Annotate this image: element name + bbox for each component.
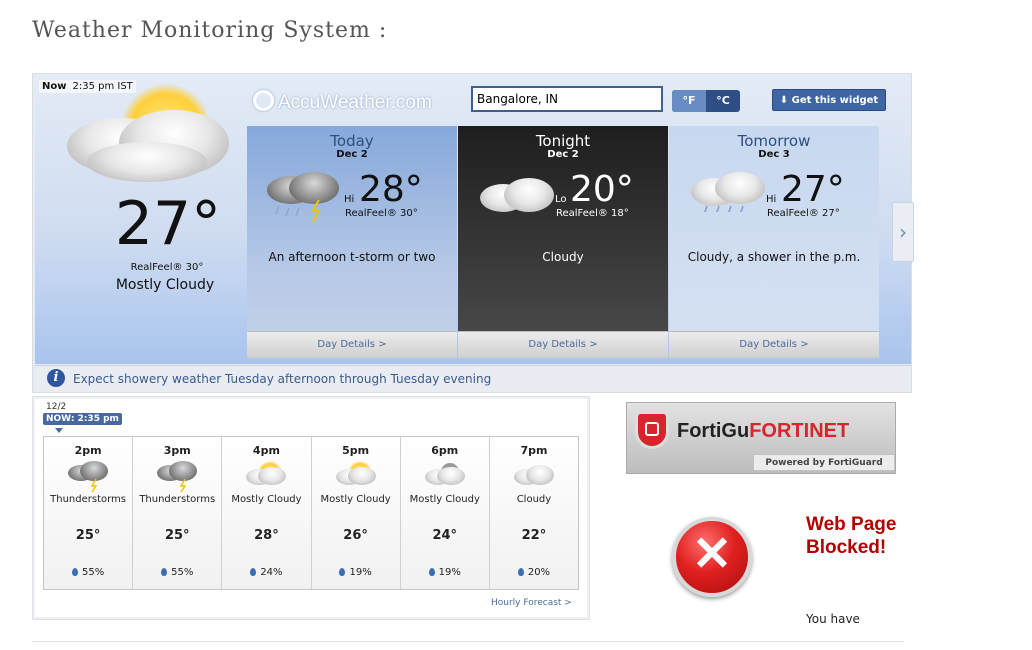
day-details-link[interactable]: Day Details > <box>247 331 457 358</box>
accuweather-widget: Now 2:35 pm IST 27° RealFeel® 30° Mostly … <box>32 73 914 393</box>
current-temperature: 27° <box>114 189 222 259</box>
partly-cloudy-icon <box>59 84 239 194</box>
widget-main-area: Now 2:35 pm IST 27° RealFeel® 30° Mostly … <box>35 76 914 364</box>
thunderstorm-icon <box>267 172 343 224</box>
hourly-forecast-inner: 12/2 NOW: 2:35 pm 2pm Thunderstorms 25° … <box>35 399 587 617</box>
alert-bar: i Expect showery weather Tuesday afterno… <box>35 365 911 392</box>
alert-text[interactable]: Expect showery weather Tuesday afternoon… <box>73 372 491 386</box>
thunderstorm-icon <box>157 461 198 493</box>
divider <box>32 641 904 642</box>
day-temp: 20° <box>570 169 634 210</box>
fortinet-logo-text: FortiGuFORTINET <box>677 420 850 442</box>
hourly-forecast-widget: 12/2 NOW: 2:35 pm 2pm Thunderstorms 25° … <box>32 396 590 620</box>
info-icon: i <box>47 369 65 387</box>
location-input[interactable] <box>471 86 663 112</box>
day-temp: 27° <box>781 169 845 210</box>
cloudy-icon <box>513 461 554 493</box>
cloudy-icon <box>480 176 556 216</box>
unit-toggle[interactable]: °F °C <box>672 90 740 112</box>
day-details-link[interactable]: Day Details > <box>458 331 668 358</box>
thunderstorm-icon <box>68 461 108 493</box>
unit-fahrenheit-button[interactable]: °F <box>672 90 706 112</box>
day-date: Dec 3 <box>758 149 790 160</box>
current-realfeel: RealFeel® 30° <box>130 262 204 273</box>
day-forecast-text: Cloudy <box>542 250 584 264</box>
day-panel-tonight[interactable]: Tonight Dec 2 Lo 20° RealFeel® 18° Cloud… <box>458 126 668 358</box>
day-realfeel: RealFeel® 30° <box>345 208 418 219</box>
day-date: Dec 2 <box>336 149 368 160</box>
now-marker-icon <box>55 428 63 433</box>
mostly-cloudy-icon <box>335 461 376 493</box>
hour-column[interactable]: 7pm Cloudy 22° 20% <box>490 437 578 589</box>
day-date: Dec 2 <box>547 149 579 160</box>
raindrop-icon <box>250 568 257 576</box>
hilo-label: Hi <box>344 194 355 205</box>
hour-column[interactable]: 2pm Thunderstorms 25° 55% <box>44 437 134 589</box>
hourly-date: 12/2 <box>46 402 67 412</box>
now-badge: NOW: 2:35 pm <box>43 413 122 425</box>
hour-column[interactable]: 3pm Thunderstorms 25° 55% <box>133 437 223 589</box>
day-details-link[interactable]: Day Details > <box>669 331 879 358</box>
blocked-title: Web Page Blocked! <box>806 514 897 558</box>
hourly-grid: 2pm Thunderstorms 25° 55% 3pm Thundersto… <box>43 436 579 590</box>
powered-by-label: Powered by FortiGuard <box>753 454 895 471</box>
raindrop-icon <box>71 568 78 576</box>
get-widget-button[interactable]: ⬇ Get this widget <box>772 89 886 111</box>
next-arrow-button[interactable]: › <box>892 202 914 262</box>
day-temp: 28° <box>359 169 423 210</box>
raindrop-icon <box>339 568 346 576</box>
page-title: Weather Monitoring System : <box>32 18 388 43</box>
day-forecast-text: An afternoon t-storm or two <box>268 250 436 264</box>
mostly-cloudy-night-icon <box>424 461 465 493</box>
hour-column[interactable]: 6pm Mostly Cloudy 24° 19% <box>401 437 490 589</box>
hour-column[interactable]: 5pm Mostly Cloudy 26° 19% <box>312 437 401 589</box>
chevron-right-icon: › <box>899 220 907 244</box>
current-condition: Mostly Cloudy <box>115 277 215 293</box>
day-realfeel: RealFeel® 18° <box>556 208 629 219</box>
blocked-x-icon: ✕ <box>672 517 752 597</box>
hourly-forecast-link[interactable]: Hourly Forecast > <box>491 598 572 608</box>
raindrop-icon <box>428 568 435 576</box>
day-title: Tonight <box>535 132 591 150</box>
raindrop-icon <box>161 568 168 576</box>
raindrop-icon <box>517 568 524 576</box>
day-realfeel: RealFeel® 27° <box>767 208 840 219</box>
hilo-label: Lo <box>555 194 567 205</box>
day-panel-today[interactable]: Today Dec 2 Hi 28° RealFeel® 30° An afte… <box>247 126 457 358</box>
fortiguard-shield-icon <box>635 411 669 449</box>
blocked-message: You have <box>806 612 860 626</box>
fortinet-banner: FortiGuFORTINET Powered by FortiGuard <box>626 402 896 474</box>
cloudy-shower-icon <box>691 172 767 218</box>
day-title: Today <box>330 132 374 150</box>
day-title: Tomorrow <box>737 132 811 150</box>
day-panel-tomorrow[interactable]: Tomorrow Dec 3 Hi 27° RealFeel® 27° Clou… <box>669 126 879 358</box>
sun-logo-icon <box>253 90 274 111</box>
download-icon: ⬇ <box>779 95 789 106</box>
day-forecast-text: Cloudy, a shower in the p.m. <box>687 250 861 264</box>
mostly-cloudy-icon <box>246 461 287 493</box>
hour-column[interactable]: 4pm Mostly Cloudy 28° 24% <box>222 437 312 589</box>
accuweather-logo[interactable]: AccuWeather.com <box>253 90 432 114</box>
hilo-label: Hi <box>766 194 777 205</box>
unit-celsius-button[interactable]: °C <box>706 90 740 112</box>
